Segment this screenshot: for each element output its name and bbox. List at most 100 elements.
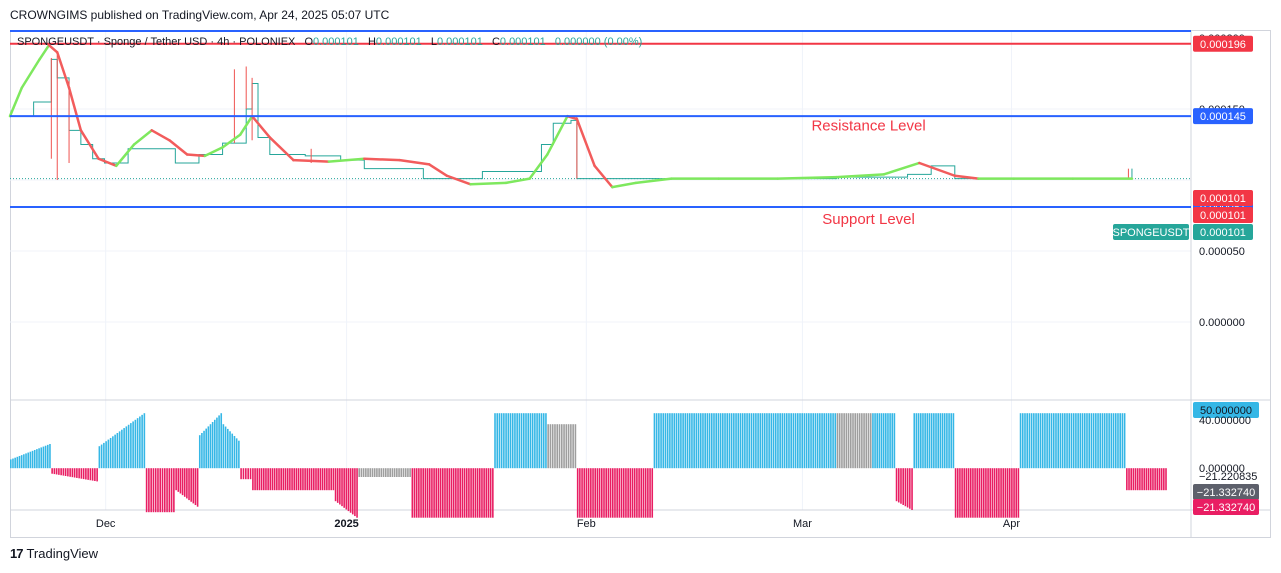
oscillator-bar [1143,468,1146,491]
oscillator-bar [1026,413,1028,469]
oscillator-bar [1006,468,1009,518]
oscillator-bar [719,413,722,469]
oscillator-bar [500,413,503,469]
oscillator-bar [1128,468,1130,491]
oscillator-bar [1011,468,1013,518]
oscillator-bar [472,468,475,518]
oscillator-bar [478,468,481,518]
oscillator-bar [58,468,60,475]
oscillator-bar [67,468,69,477]
chart-canvas[interactable]: Resistance LevelSupport LevelUSDT0.00000… [0,0,1281,573]
oscillator-bar [722,413,724,469]
oscillator-bar [1165,468,1167,491]
oscillator-bar [245,468,247,480]
oscillator-bar [919,413,922,469]
oscillator-bar [1046,413,1048,469]
oscillator-bar [461,468,464,518]
oscillator-bar [527,413,530,469]
oscillator-bar [10,459,12,469]
oscillator-bar [525,413,527,469]
oscillator-bar [1154,468,1156,491]
oscillator-bar [373,468,376,477]
oscillator-bar [708,413,711,469]
oscillator-bar [861,413,863,469]
oscillator-bar [289,468,291,491]
oscillator-bar [64,468,67,477]
oscillator-bar [989,468,992,518]
oscillator-bar [207,426,210,469]
oscillator-bar [175,468,177,491]
oscillator-bar [400,468,403,477]
oscillator-bar [625,468,627,518]
oscillator-bar [682,413,684,469]
oscillator-bar [302,468,304,491]
oscillator-bar [724,413,726,469]
oscillator-bar [284,468,287,491]
oscillator-bar [856,413,859,469]
oscillator-bar [411,468,414,518]
oscillator-bar [882,413,885,469]
oscillator-bar [431,468,433,518]
oscillator-bar [1079,413,1082,469]
oscillator-bar [323,468,326,491]
oscillator-bar [1147,468,1150,491]
oscillator-bar [1004,468,1007,518]
oscillator-bar [726,413,729,469]
oscillator-bar [924,413,926,469]
oscillator-bar [660,413,662,469]
oscillator-bar [100,444,103,469]
ma-segment [132,129,153,146]
oscillator-bar [413,468,416,518]
oscillator-bar [772,413,775,469]
ma-segment [428,163,449,178]
oscillator-bar [258,468,261,491]
oscillator-bar [362,468,365,477]
oscillator-bar [880,413,883,469]
oscillator-bar [444,468,446,518]
oscillator-bar [134,419,137,469]
oscillator-bar [293,468,296,491]
oscillator-bar [684,413,687,469]
oscillator-bar [483,468,485,518]
oscillator-bar [969,468,972,518]
oscillator-bar [1068,413,1071,469]
oscillator-bar [428,468,431,518]
oscillator-bar [60,468,62,476]
oscillator-bar [369,468,372,477]
oscillator-bar [739,413,742,469]
ma-segment [168,139,189,156]
oscillator-bar [336,468,339,503]
oscillator-bar [509,413,512,469]
oscillator-bar [1061,413,1064,469]
oscillator-bar [587,468,590,518]
oscillator-bar [1090,413,1093,469]
tradingview-logo[interactable]: 17 TradingView [10,546,98,561]
oscillator-bar [1088,413,1091,469]
oscillator-bar [935,413,937,469]
oscillator-bar [536,413,538,469]
oscillator-bar [982,468,985,518]
oscillator-bar [636,468,638,518]
oscillator-bar [596,468,599,518]
oscillator-bar [1064,413,1066,469]
oscillator-bar [459,468,462,518]
oscillator-bar [1033,413,1035,469]
tradingview-mark-icon: 17 [10,546,24,561]
oscillator-bar [549,424,552,469]
oscillator-bar [179,468,182,494]
oscillator-bar [900,468,902,504]
oscillator-bar [1119,413,1122,469]
oscillator-bar [299,468,302,491]
oscillator-bar [801,413,804,469]
oscillator-bar [995,468,998,518]
price-series-line [10,58,1133,180]
oscillator-bar [906,468,909,508]
oscillator-bar [85,468,87,480]
oscillator-bar [662,413,665,469]
oscillator-bar [213,419,216,469]
ma-segment [150,129,171,142]
oscillator-bar [291,468,293,491]
oscillator-bar [1017,468,1020,518]
oscillator-bar [404,468,407,477]
oscillator-bar [25,453,27,469]
